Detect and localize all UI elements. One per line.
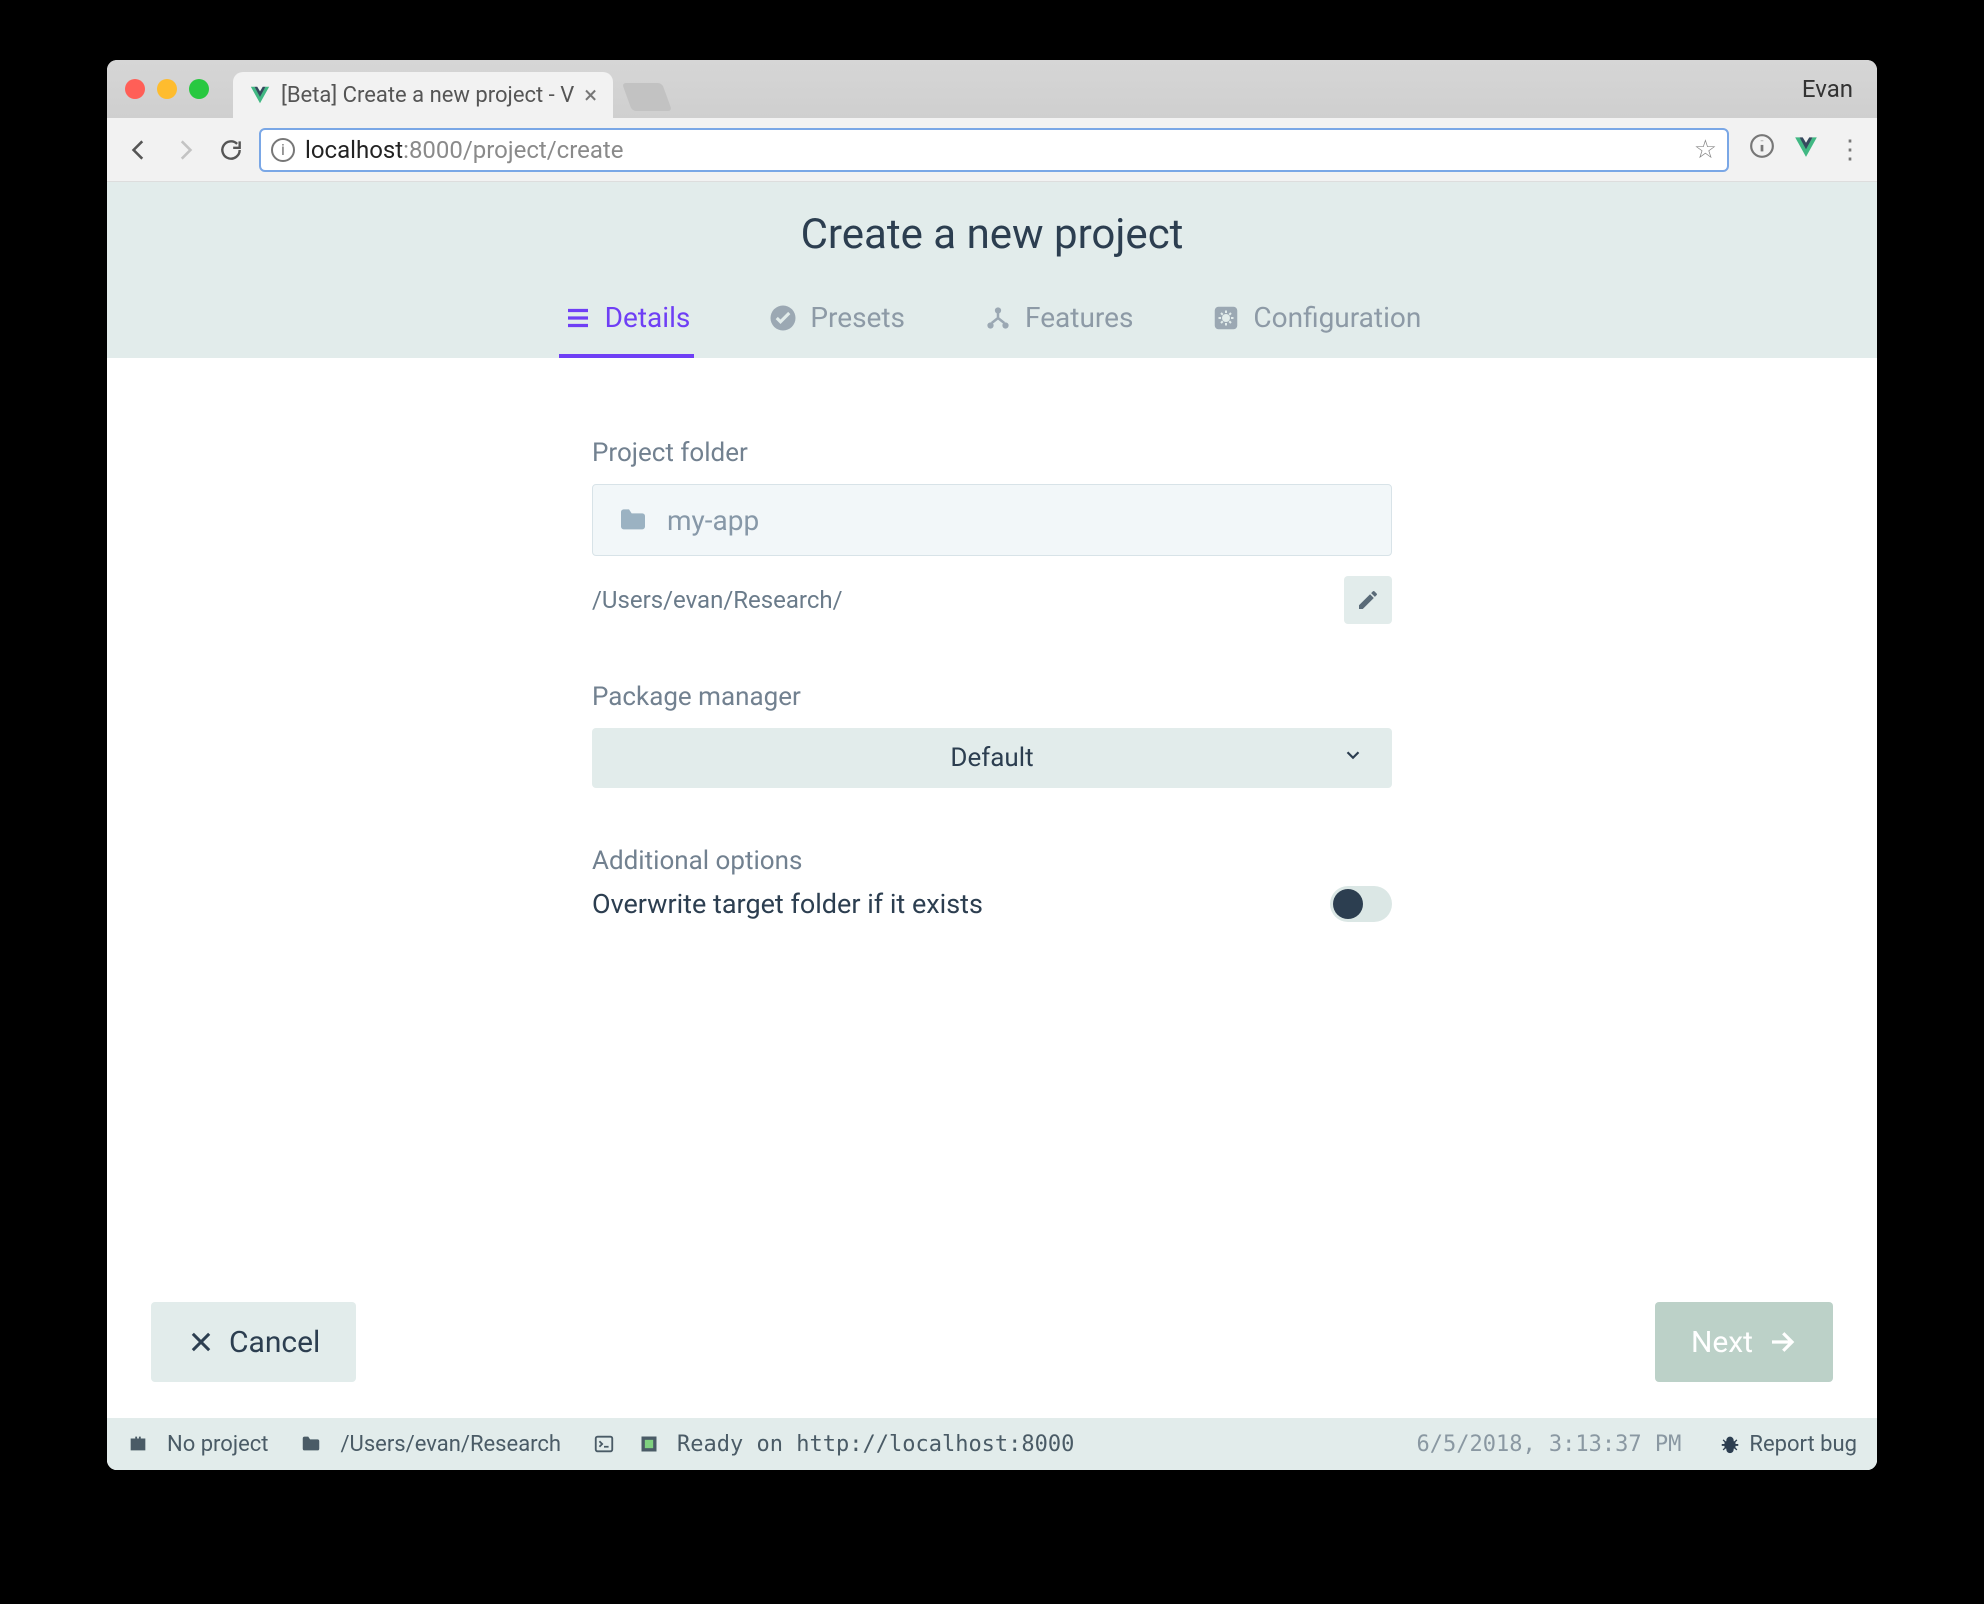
address-bar[interactable]: i localhost:8000/project/create ☆ xyxy=(259,128,1729,172)
overwrite-option-row: Overwrite target folder if it exists xyxy=(592,886,1392,922)
package-manager-select[interactable]: Default xyxy=(592,728,1392,788)
url-text: localhost:8000/project/create xyxy=(305,136,623,164)
check-circle-icon xyxy=(768,303,798,333)
page-title: Create a new project xyxy=(801,210,1184,259)
browser-extensions: ⋮ xyxy=(1739,133,1863,166)
site-info-icon[interactable]: i xyxy=(271,138,295,162)
tab-label: Configuration xyxy=(1253,301,1421,334)
status-indicator-icon xyxy=(639,1434,659,1454)
minimize-window-button[interactable] xyxy=(157,79,177,99)
tab-presets[interactable]: Presets xyxy=(764,287,909,358)
report-bug-label: Report bug xyxy=(1749,1432,1857,1457)
close-window-button[interactable] xyxy=(125,79,145,99)
status-project[interactable]: No project xyxy=(167,1432,268,1457)
briefcase-icon xyxy=(127,1433,149,1455)
app-header: Create a new project Details Presets Fea… xyxy=(107,182,1877,358)
tab-details[interactable]: Details xyxy=(559,287,695,358)
status-ready: Ready on http://localhost:8000 xyxy=(677,1432,1074,1457)
pencil-icon xyxy=(1356,588,1380,612)
wizard-tabs: Details Presets Features Configuration xyxy=(559,287,1426,358)
vue-favicon-icon xyxy=(249,84,271,106)
project-folder-path: /Users/evan/Research/ xyxy=(592,586,843,614)
cancel-button[interactable]: Cancel xyxy=(151,1302,356,1382)
list-icon xyxy=(563,303,593,333)
browser-menu-icon[interactable]: ⋮ xyxy=(1837,135,1863,165)
browser-tab[interactable]: [Beta] Create a new project - V × xyxy=(233,72,613,118)
tab-configuration[interactable]: Configuration xyxy=(1207,287,1425,358)
package-manager-section: Package manager Default xyxy=(592,682,1392,788)
browser-window: [Beta] Create a new project - V × Evan i… xyxy=(107,60,1877,1470)
status-cwd[interactable]: /Users/evan/Research xyxy=(340,1432,561,1457)
additional-options-section: Additional options Overwrite target fold… xyxy=(592,846,1392,922)
close-icon xyxy=(187,1328,215,1356)
next-label: Next xyxy=(1691,1325,1753,1360)
new-tab-button[interactable] xyxy=(622,83,672,111)
cancel-label: Cancel xyxy=(229,1325,320,1360)
tab-label: Features xyxy=(1025,301,1133,334)
footer-actions: Cancel Next xyxy=(107,1302,1877,1418)
folder-icon xyxy=(617,504,649,536)
package-manager-label: Package manager xyxy=(592,682,1392,712)
hub-icon xyxy=(983,303,1013,333)
project-folder-path-row: /Users/evan/Research/ xyxy=(592,576,1392,624)
settings-icon xyxy=(1211,303,1241,333)
forward-button[interactable] xyxy=(167,132,203,168)
browser-profile[interactable]: Evan xyxy=(1802,75,1853,103)
browser-toolbar: i localhost:8000/project/create ☆ ⋮ xyxy=(107,118,1877,182)
package-manager-value: Default xyxy=(950,743,1033,773)
next-button[interactable]: Next xyxy=(1655,1302,1833,1382)
terminal-icon[interactable] xyxy=(593,1433,615,1455)
overwrite-toggle[interactable] xyxy=(1330,886,1392,922)
app-root: Create a new project Details Presets Fea… xyxy=(107,182,1877,1470)
overwrite-label: Overwrite target folder if it exists xyxy=(592,888,983,920)
additional-options-label: Additional options xyxy=(592,846,1392,876)
report-bug-button[interactable]: Report bug xyxy=(1719,1432,1857,1457)
tab-title: [Beta] Create a new project - V xyxy=(281,83,574,108)
toggle-knob xyxy=(1333,889,1363,919)
arrow-right-icon xyxy=(1767,1327,1797,1357)
tab-label: Presets xyxy=(810,301,905,334)
vue-devtools-icon[interactable] xyxy=(1793,133,1819,166)
folder-icon xyxy=(300,1433,322,1455)
page-info-icon[interactable] xyxy=(1749,133,1775,166)
edit-path-button[interactable] xyxy=(1344,576,1392,624)
close-tab-icon[interactable]: × xyxy=(584,81,597,109)
project-folder-value: my-app xyxy=(667,504,759,537)
tab-features[interactable]: Features xyxy=(979,287,1137,358)
project-folder-section: Project folder my-app /Users/evan/Resear… xyxy=(592,438,1392,624)
bookmark-star-icon[interactable]: ☆ xyxy=(1694,135,1717,165)
project-folder-label: Project folder xyxy=(592,438,1392,468)
maximize-window-button[interactable] xyxy=(189,79,209,99)
reload-button[interactable] xyxy=(213,132,249,168)
chevron-down-icon xyxy=(1342,743,1364,773)
project-folder-input[interactable]: my-app xyxy=(592,484,1392,556)
status-bar: No project /Users/evan/Research Ready on… xyxy=(107,1418,1877,1470)
form-content: Project folder my-app /Users/evan/Resear… xyxy=(107,358,1877,1302)
tab-label: Details xyxy=(605,301,691,334)
window-controls xyxy=(125,79,209,99)
browser-tabbar: [Beta] Create a new project - V × Evan xyxy=(107,60,1877,118)
status-timestamp: 6/5/2018, 3:13:37 PM xyxy=(1416,1432,1681,1457)
bug-icon xyxy=(1719,1433,1741,1455)
back-button[interactable] xyxy=(121,132,157,168)
